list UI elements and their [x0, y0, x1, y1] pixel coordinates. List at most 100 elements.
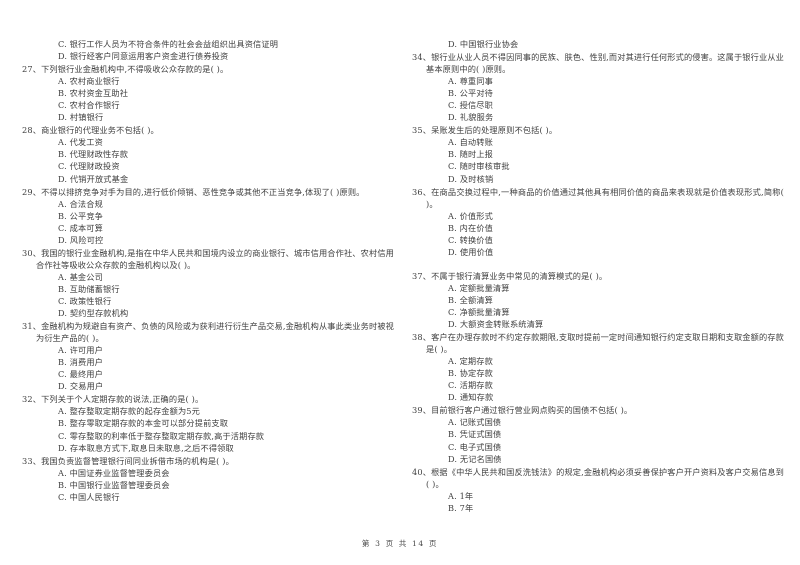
option-item: B. 整存零取定期存款的本金可以部分提前支取 — [58, 418, 229, 429]
question-text: 目前银行客户通过银行营业网点购买的国债不包括( )。 — [431, 405, 633, 416]
left-column: C. 银行工作人员为不符合条件的社会会益组织出具资信证明 D. 银行经客户同意运… — [22, 38, 394, 504]
question-number: 33、 — [22, 455, 42, 466]
option-item: A. 中国证券业监督管理委员会 — [58, 467, 170, 478]
option-item: B. 凭证式国债 — [448, 429, 502, 440]
option-item: D. 村镇银行 — [58, 112, 104, 123]
question-number: 38、 — [412, 332, 432, 343]
question-stem: 31、金融机构为规避自有资产、负债的风险或为获利进行衍生产品交易,金融机构从事此… — [22, 320, 394, 344]
question-text: 根据《中华人民共和国反洗钱法》的规定,金融机构必须妥善保护客户开户资料及客户交易… — [426, 466, 784, 489]
option-item: A. 1年 — [448, 490, 474, 501]
question-28: 28、商业银行的代理业务不包括( )。 A. 代发工资 B. 代理财政性存款 C… — [22, 124, 394, 184]
option-item: D. 银行经客户同意运用客户资金进行债券投资 — [58, 51, 229, 62]
question-stem: 40、根据《中华人民共和国反洗钱法》的规定,金融机构必须妥善保护客户开户资料及客… — [412, 466, 784, 490]
option-item: C. 代理财政投资 — [58, 161, 120, 172]
option-item: C. 电子式国债 — [448, 441, 502, 452]
option-item: B. 协定存款 — [448, 368, 494, 379]
option-item: A. 整存整取定期存款的起存金额为5元 — [58, 406, 200, 417]
orphan-options-left: C. 银行工作人员为不符合条件的社会会益组织出具资信证明 D. 银行经客户同意运… — [22, 38, 394, 62]
question-34: 34、银行业从业人员不得因同事的民族、肤色、性别,而对其进行任何形式的侵害。这属… — [412, 51, 784, 123]
question-39: 39、目前银行客户通过银行营业网点购买的国债不包括( )。 A. 记账式国债 B… — [412, 404, 784, 464]
option-item: B. 随时上报 — [448, 149, 494, 160]
question-text: 金融机构为规避自有资产、负债的风险或为获利进行衍生产品交易,金融机构从事此类业务… — [36, 321, 394, 344]
option-item: C. 转换价值 — [448, 234, 493, 245]
question-stem: 33、我国负责监督管理银行间同业拆借市场的机构是( )。 — [22, 455, 394, 467]
option-item: D. 大额资金转账系统清算 — [448, 319, 544, 330]
question-33: 33、我国负责监督管理银行间同业拆借市场的机构是( )。 A. 中国证券业监督管… — [22, 455, 394, 503]
question-number: 40、 — [412, 466, 432, 477]
option-item: B. 农村资金互助社 — [58, 88, 129, 99]
question-stem: 36、在商品交换过程中,一种商品的价值通过其他具有相同价值的商品来表现就是价值表… — [412, 186, 784, 210]
question-stem: 28、商业银行的代理业务不包括( )。 — [22, 124, 394, 136]
option-item: C. 最终用户 — [58, 369, 103, 380]
exam-page: C. 银行工作人员为不符合条件的社会会益组织出具资信证明 D. 银行经客户同意运… — [0, 0, 800, 565]
option-item: A. 尊重同事 — [448, 76, 493, 87]
option-item: C. 银行工作人员为不符合条件的社会会益组织出具资信证明 — [58, 39, 279, 49]
question-36: 36、在商品交换过程中,一种商品的价值通过其他具有相同价值的商品来表现就是价值表… — [412, 186, 784, 258]
option-item: B. 公平对待 — [448, 88, 494, 99]
question-text: 在商品交换过程中,一种商品的价值通过其他具有相同价值的商品来表现就是价值表现形式… — [426, 186, 784, 209]
option-item: D. 存本取息方式下,取息日未取息,之后不得领取 — [58, 442, 234, 453]
question-number: 28、 — [22, 125, 42, 136]
question-text: 不得以排挤竞争对手为目的,进行低价倾销、恶性竞争或其他不正当竞争,体现了( )原… — [41, 186, 365, 197]
question-stem: 38、客户在办理存款时不约定存款期限,支取时提前一定时间通知银行约定支取日期和支… — [412, 331, 784, 355]
question-text: 我国负责监督管理银行间同业拆借市场的机构是( )。 — [41, 455, 234, 466]
option-item: A. 记账式国债 — [448, 417, 502, 428]
question-text: 下列关于个人定期存款的说法,正确的是( )。 — [41, 394, 204, 405]
option-item: C. 零存整取的利率低于整存整取定期存款,高于活期存款 — [58, 430, 265, 441]
option-item: B. 内在价值 — [448, 222, 494, 233]
question-text: 客户在办理存款时不约定存款期限,支取时提前一定时间通知银行约定支取日期和支取金额… — [426, 332, 784, 355]
question-number: 36、 — [412, 186, 432, 197]
question-38: 38、客户在办理存款时不约定存款期限,支取时提前一定时间通知银行约定支取日期和支… — [412, 331, 784, 403]
option-item: D. 交易用户 — [58, 381, 104, 392]
question-number: 32、 — [22, 394, 42, 405]
option-item: B. 全额清算 — [448, 294, 494, 305]
question-number: 31、 — [22, 321, 42, 332]
option-item: A. 价值形式 — [448, 210, 493, 221]
option-item: D. 契约型存款机构 — [58, 308, 129, 319]
option-item: C. 成本可算 — [58, 222, 103, 233]
option-item: D. 使用价值 — [448, 246, 494, 257]
question-number: 39、 — [412, 405, 432, 416]
question-30: 30、我国的银行业金融机构,是指在中华人民共和国境内设立的商业银行、城市信用合作… — [22, 247, 394, 319]
question-stem: 39、目前银行客户通过银行营业网点购买的国债不包括( )。 — [412, 404, 784, 416]
two-column-layout: C. 银行工作人员为不符合条件的社会会益组织出具资信证明 D. 银行经客户同意运… — [22, 38, 784, 515]
question-stem: 29、不得以排挤竞争对手为目的,进行低价倾销、恶性竞争或其他不正当竞争,体现了(… — [22, 186, 394, 198]
question-40: 40、根据《中华人民共和国反洗钱法》的规定,金融机构必须妥善保护客户开户资料及客… — [412, 466, 784, 514]
option-item: C. 农村合作银行 — [58, 100, 120, 111]
question-number: 27、 — [22, 64, 42, 75]
right-column: D. 中国银行业协会 34、银行业从业人员不得因同事的民族、肤色、性别,而对其进… — [412, 38, 784, 515]
question-stem: 27、下列银行业金融机构中,不得吸收公众存款的是( )。 — [22, 63, 394, 75]
option-item: B. 消费用户 — [58, 357, 104, 368]
option-item: A. 代发工资 — [58, 137, 103, 148]
option-item: D. 代销开放式基金 — [58, 173, 129, 184]
question-number: 29、 — [22, 186, 42, 197]
question-stem: 34、银行业从业人员不得因同事的民族、肤色、性别,而对其进行任何形式的侵害。这属… — [412, 51, 784, 75]
question-31: 31、金融机构为规避自有资产、负债的风险或为获利进行衍生产品交易,金融机构从事此… — [22, 320, 394, 392]
option-item: B. 互助储蓄银行 — [58, 283, 120, 294]
question-text: 我国的银行业金融机构,是指在中华人民共和国境内设立的商业银行、城市信用合作社、农… — [36, 247, 394, 270]
option-item: D. 礼貌服务 — [448, 112, 494, 123]
question-number: 37、 — [412, 270, 432, 281]
question-stem: 35、呆账发生后的处理原则不包括( )。 — [412, 124, 784, 136]
question-text: 银行业从业人员不得因同事的民族、肤色、性别,而对其进行任何形式的侵害。这属于银行… — [426, 52, 784, 75]
option-item: D. 及时核销 — [448, 173, 494, 184]
option-item: C. 授信尽职 — [448, 100, 493, 111]
option-item: C. 政策性银行 — [58, 295, 112, 306]
option-item: A. 农村商业银行 — [58, 76, 120, 87]
option-item: B. 公平竞争 — [58, 210, 104, 221]
option-item: A. 自动转账 — [448, 137, 493, 148]
option-item: D. 无记名国债 — [448, 453, 502, 464]
question-number: 35、 — [412, 125, 432, 136]
option-item: D. 风险可控 — [58, 234, 104, 245]
option-item: D. 中国银行业协会 — [448, 39, 519, 49]
option-item: C. 随时审核审批 — [448, 161, 510, 172]
question-37: 37、不属于银行清算业务中常见的清算模式的是( )。 A. 定额批量清算 B. … — [412, 270, 784, 330]
page-footer: 第 3 页 共 14 页 — [0, 538, 800, 549]
question-27: 27、下列银行业金融机构中,不得吸收公众存款的是( )。 A. 农村商业银行 B… — [22, 63, 394, 123]
question-stem: 37、不属于银行清算业务中常见的清算模式的是( )。 — [412, 270, 784, 282]
option-item: A. 合法合规 — [58, 198, 103, 209]
option-item: A. 基金公司 — [58, 271, 103, 282]
question-35: 35、呆账发生后的处理原则不包括( )。 A. 自动转账 B. 随时上报 C. … — [412, 124, 784, 184]
option-item: C. 活期存款 — [448, 380, 493, 391]
